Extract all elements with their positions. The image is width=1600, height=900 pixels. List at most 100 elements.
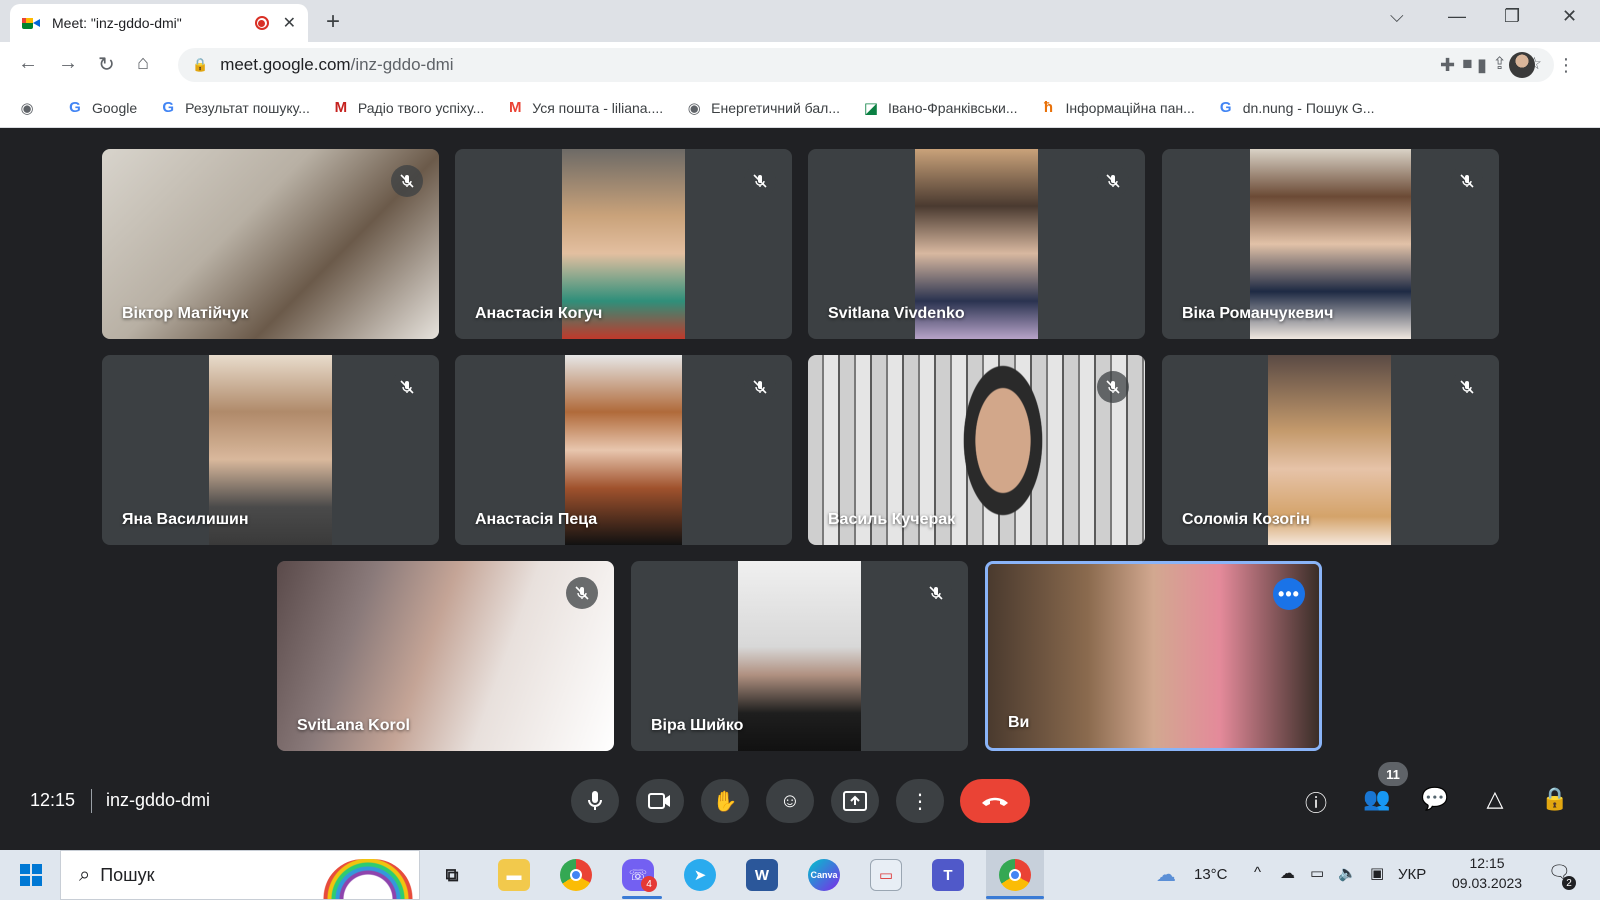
- gmail-icon: M: [509, 99, 522, 116]
- participant-tile[interactable]: Яна Василишин: [102, 355, 439, 545]
- input-language[interactable]: УКР: [1398, 866, 1426, 883]
- extensions-puzzle-icon[interactable]: ✚: [1440, 55, 1455, 76]
- bookmark-item[interactable]: Gdn.nung - Пошук G...: [1217, 99, 1375, 117]
- bookmark-item[interactable]: G Google: [66, 99, 137, 117]
- home-icon[interactable]: ⌂: [137, 52, 149, 75]
- search-icon: ⌕: [79, 863, 91, 886]
- more-options-button[interactable]: ⋮: [896, 779, 944, 823]
- camera-button[interactable]: [636, 779, 684, 823]
- raise-hand-button[interactable]: ✋: [701, 779, 749, 823]
- people-icon[interactable]: 👥: [1362, 786, 1392, 812]
- volume-icon[interactable]: 🔈: [1338, 864, 1357, 882]
- participant-tile[interactable]: Віра Шийко: [631, 561, 968, 751]
- taskbar-clock[interactable]: 12:15 09.03.2023: [1452, 853, 1522, 893]
- address-bar[interactable]: 🔒 meet.google.com /inz-gddo-dmi ■ ⇪ ☆: [178, 48, 1554, 82]
- globe-icon: ◉: [20, 99, 34, 117]
- taskbar-search-box[interactable]: ⌕ Пошук: [60, 850, 420, 900]
- participant-name: Ви: [1008, 714, 1030, 731]
- video-camera-icon: [648, 793, 670, 809]
- close-window-button[interactable]: ✕: [1562, 6, 1577, 27]
- forward-arrow-icon[interactable]: →: [58, 52, 78, 75]
- presentation-app-icon[interactable]: ▭: [870, 859, 902, 891]
- close-tab-icon[interactable]: ✕: [283, 13, 296, 33]
- activities-icon[interactable]: △: [1480, 786, 1510, 812]
- battery-icon[interactable]: ▭: [1310, 864, 1324, 882]
- weather-cloud-icon[interactable]: ☁: [1156, 862, 1176, 887]
- network-icon[interactable]: ▣: [1370, 864, 1384, 882]
- participant-tile[interactable]: Віка Романчукевич: [1162, 149, 1499, 339]
- participant-name: Віктор Матійчук: [122, 305, 249, 322]
- participant-name: Соломія Козогін: [1182, 511, 1310, 528]
- tab-search-chevron-icon[interactable]: ⌵: [1390, 6, 1404, 27]
- side-panel-icon[interactable]: ▮: [1477, 55, 1487, 76]
- tray-chevron-up-icon[interactable]: ^: [1254, 864, 1261, 881]
- teams-icon[interactable]: T: [932, 859, 964, 891]
- participant-tile[interactable]: Соломія Козогін: [1162, 355, 1499, 545]
- hang-up-icon: [982, 797, 1008, 806]
- mic-off-icon: [1451, 371, 1483, 403]
- participant-name: Анастасія Пеца: [475, 511, 598, 528]
- bookmark-item[interactable]: G Результат пошуку...: [159, 99, 310, 117]
- microphone-button[interactable]: [571, 779, 619, 823]
- hand-icon: ✋: [712, 790, 738, 813]
- back-arrow-icon[interactable]: ←: [18, 52, 38, 75]
- new-tab-button[interactable]: +: [326, 8, 340, 36]
- emoji-reactions-button[interactable]: ☺: [766, 779, 814, 823]
- host-controls-icon[interactable]: 🔒: [1540, 786, 1570, 812]
- browser-menu-icon[interactable]: ⋮: [1557, 55, 1575, 76]
- chrome-active-icon[interactable]: [999, 859, 1031, 891]
- participant-tile[interactable]: Анастасія Пеца: [455, 355, 792, 545]
- participant-tile[interactable]: Анастасія Когуч: [455, 149, 792, 339]
- weather-temperature[interactable]: 13°C: [1194, 866, 1228, 883]
- tab-title: Meet: "inz-gddo-dmi": [52, 15, 182, 31]
- meeting-code: inz-gddo-dmi: [106, 790, 211, 810]
- chrome-icon[interactable]: [560, 859, 592, 891]
- browser-tab-meet[interactable]: Meet: "inz-gddo-dmi" ✕: [10, 4, 308, 42]
- google-icon: G: [69, 99, 81, 116]
- bookmark-item[interactable]: ◪ Івано-Франківськи...: [862, 99, 1018, 117]
- participant-face: [948, 355, 1058, 545]
- bookmark-item[interactable]: ◉ Енергетичний бал...: [685, 99, 840, 117]
- google-icon: G: [1219, 99, 1232, 116]
- present-screen-icon: [843, 791, 867, 811]
- self-view-tile[interactable]: ••• Ви: [985, 561, 1322, 751]
- participant-tile[interactable]: Svitlana Vivdenko: [808, 149, 1145, 339]
- leave-call-button[interactable]: [960, 779, 1030, 823]
- onedrive-cloud-icon[interactable]: ☁: [1280, 864, 1295, 882]
- windows-taskbar: ⌕ Пошук ⧉ ▬ ☏ 4 ➤ W Canva ▭ T: [0, 850, 1600, 900]
- participant-name: Анастасія Когуч: [475, 305, 603, 322]
- task-view-icon[interactable]: ⧉: [436, 859, 468, 891]
- participant-name: Віра Шийко: [651, 717, 744, 734]
- profile-avatar[interactable]: [1509, 52, 1535, 78]
- participant-name: Svitlana Vivdenko: [828, 305, 965, 322]
- participant-tile[interactable]: Василь Кучерак: [808, 355, 1145, 545]
- participant-tile[interactable]: SvitLana Korol: [277, 561, 614, 751]
- restore-window-button[interactable]: ❐: [1504, 6, 1520, 27]
- mic-off-icon: [1097, 165, 1129, 197]
- bookmark-apps[interactable]: ◉: [18, 99, 44, 117]
- mic-off-icon: [391, 165, 423, 197]
- word-icon[interactable]: W: [746, 859, 778, 891]
- smiley-icon: ☺: [779, 789, 801, 812]
- divider: [91, 789, 92, 813]
- running-indicator: [622, 896, 662, 899]
- bookmark-item[interactable]: M Уся пошта - liliana....: [506, 99, 663, 117]
- windows-start-icon[interactable]: [20, 864, 42, 886]
- minimize-window-button[interactable]: —: [1448, 6, 1466, 27]
- more-options-icon[interactable]: •••: [1273, 578, 1305, 610]
- chat-icon[interactable]: 💬: [1420, 786, 1450, 812]
- google-icon: G: [162, 99, 174, 116]
- canva-icon[interactable]: Canva: [808, 859, 840, 891]
- file-explorer-icon[interactable]: ▬: [498, 859, 530, 891]
- participant-tile[interactable]: Віктор Матійчук: [102, 149, 439, 339]
- lock-icon[interactable]: 🔒: [192, 57, 208, 73]
- search-placeholder: Пошук: [100, 864, 155, 885]
- present-screen-button[interactable]: [831, 779, 879, 823]
- bookmark-item[interactable]: M Радіо твого успіху...: [332, 99, 485, 117]
- telegram-icon[interactable]: ➤: [684, 859, 716, 891]
- meeting-details-icon[interactable]: ⓘ: [1301, 786, 1331, 818]
- reload-icon[interactable]: ↻: [98, 52, 115, 77]
- bookmark-item[interactable]: ħ Інформаційна пан...: [1040, 99, 1195, 117]
- vertical-dots-icon: ⋮: [910, 790, 930, 813]
- site-icon: ħ: [1043, 99, 1054, 116]
